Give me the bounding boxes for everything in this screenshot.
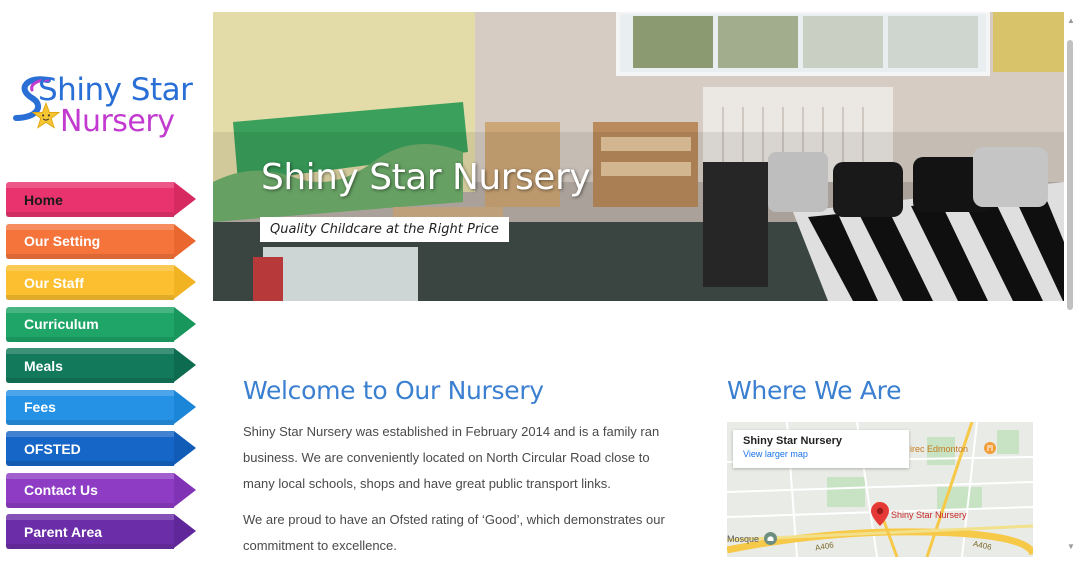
hero-title: Shiny Star Nursery (261, 157, 591, 198)
nav-item-label: Curriculum (24, 316, 99, 332)
scroll-down-arrow-icon[interactable]: ▼ (1067, 542, 1075, 551)
nav-item-fees[interactable]: Fees (6, 389, 206, 425)
nav-item-parent-area[interactable]: Parent Area (6, 514, 206, 549)
hero-tagline: Quality Childcare at the Right Price (260, 217, 509, 242)
sidebar: Shiny Star Nursery Home Our Setting Our … (0, 0, 210, 588)
map-place-name: Shiny Star Nursery (743, 435, 843, 447)
view-larger-map-link[interactable]: View larger map (743, 449, 899, 459)
nav-item-label: Home (24, 191, 63, 208)
hero-banner: Shiny Star Nursery Quality Childcare at … (213, 12, 1064, 301)
scroll-up-arrow-icon[interactable]: ▲ (1067, 16, 1075, 25)
welcome-paragraph-1: Shiny Star Nursery was established in Fe… (243, 424, 660, 491)
mosque-icon (764, 532, 777, 545)
welcome-paragraph-2: We are proud to have an Ofsted rating of… (243, 512, 665, 553)
nav-item-label: Our Setting (24, 233, 101, 249)
logo-text-line1: Shiny Star (38, 72, 193, 108)
nav-item-our-setting[interactable]: Our Setting (6, 223, 206, 259)
location-heading: Where We Are (727, 376, 902, 405)
location-section: Where We Are (727, 376, 1037, 405)
map-area-label: irec Edmonton (910, 444, 969, 454)
nav-item-curriculum[interactable]: Curriculum (6, 306, 206, 342)
map-mosque-label: Mosque (727, 534, 760, 544)
nav-item-label: Fees (24, 399, 56, 415)
site-logo[interactable]: Shiny Star Nursery (8, 62, 198, 148)
nav-item-ofsted[interactable]: OFSTED (6, 431, 206, 466)
scrollbar-thumb[interactable] (1067, 40, 1073, 310)
main-nav: Home Our Setting Our Staff Curriculum Me… (6, 182, 206, 556)
welcome-section: Welcome to Our Nursery Shiny Star Nurser… (243, 376, 683, 569)
page-scrollbar[interactable]: ▲ ▼ (1064, 12, 1076, 588)
nav-item-label: Meals (24, 357, 63, 374)
nav-item-label: Our Staff (24, 274, 84, 291)
location-map[interactable]: Shiny Star Nursery View larger map Shiny… (727, 422, 1033, 557)
nav-item-label: Parent Area (24, 523, 103, 540)
nav-item-meals[interactable]: Meals (6, 348, 206, 383)
map-info-card: Shiny Star Nursery View larger map (733, 430, 909, 468)
restaurant-icon (984, 442, 996, 454)
page: Shiny Star Nursery Home Our Setting Our … (0, 0, 1076, 588)
map-pin-label: Shiny Star Nursery (891, 510, 967, 520)
nav-item-label: Contact Us (24, 482, 98, 498)
nav-item-home[interactable]: Home (6, 182, 206, 217)
nav-item-our-staff[interactable]: Our Staff (6, 265, 206, 300)
nav-item-label: OFSTED (24, 440, 81, 457)
welcome-heading: Welcome to Our Nursery (243, 376, 544, 405)
nav-item-contact-us[interactable]: Contact Us (6, 472, 206, 508)
logo-text-line2: Nursery (60, 104, 175, 139)
map-pin-icon (871, 502, 889, 526)
